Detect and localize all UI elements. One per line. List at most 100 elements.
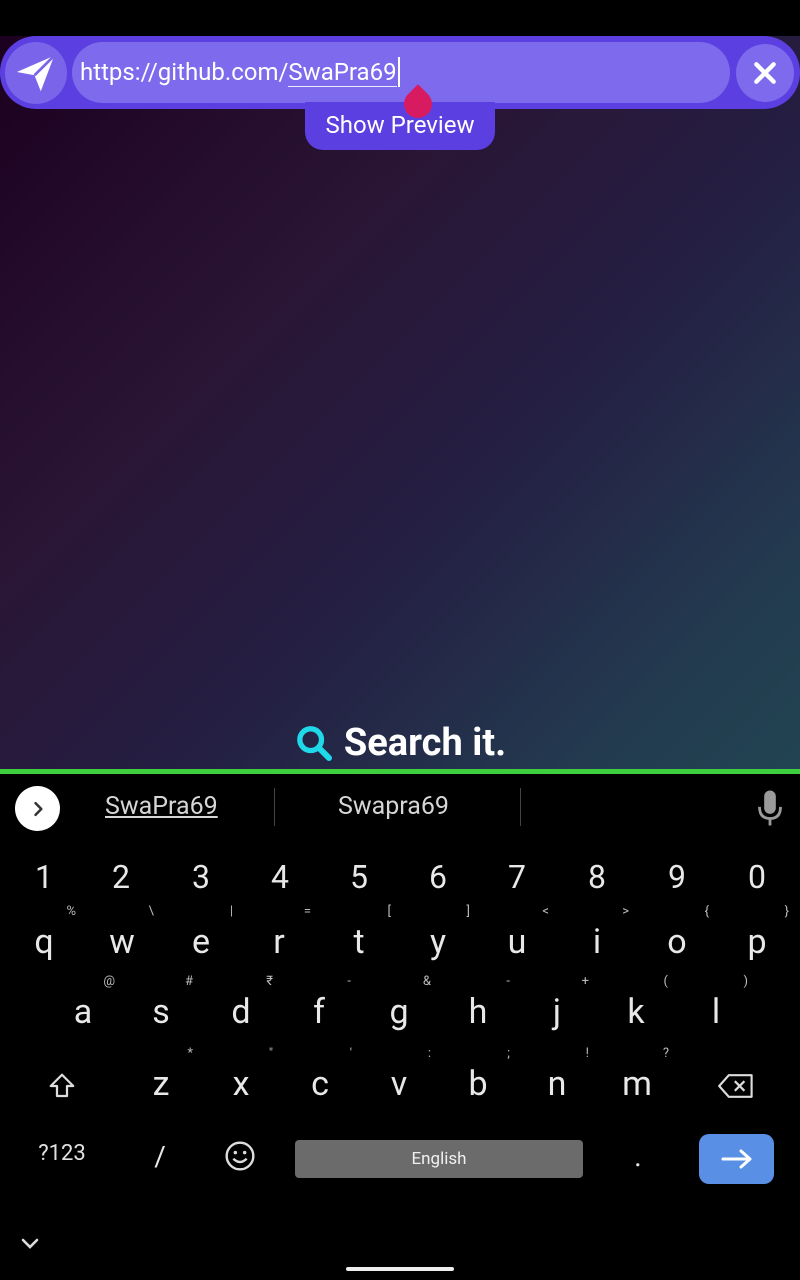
key-p[interactable]: p}	[727, 904, 789, 970]
send-button[interactable]	[5, 42, 67, 104]
shift-icon	[49, 1073, 75, 1098]
key-letter: a	[73, 992, 93, 1032]
key-symbols[interactable]: ?123	[32, 1126, 92, 1182]
key-letter: l	[711, 992, 721, 1032]
key-hint: #	[184, 974, 193, 989]
paper-plane-icon	[16, 54, 56, 92]
status-bar	[0, 0, 800, 36]
key-y[interactable]: y]	[408, 904, 470, 970]
show-preview-button[interactable]: Show Preview	[305, 102, 495, 150]
key-letter: y	[429, 922, 447, 962]
key-hint: &	[422, 974, 431, 989]
key-k[interactable]: k(	[606, 974, 668, 1040]
clear-button[interactable]	[736, 44, 794, 102]
key-d[interactable]: d ₹	[211, 974, 273, 1040]
key-g[interactable]: g &	[369, 974, 431, 1040]
key-hint: %	[66, 904, 76, 919]
key-w[interactable]: w \	[92, 904, 154, 970]
soft-keyboard: SwaPra69 Swapra69 1 2 3 4 5 6 7 8 9 0 q% w \ e | r = t[ y]…	[0, 774, 800, 1280]
key-hint: ₹	[266, 974, 273, 989]
key-letter: b	[468, 1064, 488, 1104]
key-letter: m	[622, 1064, 652, 1104]
key-backspace[interactable]	[706, 1056, 766, 1112]
key-hint: ]	[466, 904, 470, 919]
key-hint: :	[427, 1046, 431, 1061]
key-hint: [	[387, 904, 391, 919]
suggestion-2[interactable]: Swapra69	[338, 792, 449, 821]
key-letter: d	[231, 992, 251, 1032]
key-hint: {	[704, 904, 709, 919]
key-enter[interactable]	[699, 1134, 774, 1184]
key-f[interactable]: f-	[289, 974, 351, 1040]
key-j[interactable]: j +	[527, 974, 589, 1040]
key-a[interactable]: a @	[53, 974, 115, 1040]
key-letter: f	[313, 992, 325, 1032]
backspace-icon	[718, 1074, 753, 1098]
key-letter: u	[507, 922, 527, 962]
key-letter: w	[109, 922, 135, 962]
key-z[interactable]: z *	[131, 1046, 193, 1112]
key-letter: v	[390, 1064, 408, 1104]
key-slash[interactable]: /	[130, 1129, 190, 1185]
key-3[interactable]: 3	[171, 849, 231, 905]
key-u[interactable]: u <	[487, 904, 549, 970]
key-r[interactable]: r =	[249, 904, 311, 970]
key-hint: -	[347, 974, 351, 989]
key-space[interactable]: English	[295, 1140, 583, 1178]
key-letter: j	[552, 992, 562, 1032]
key-x[interactable]: x "	[211, 1046, 273, 1112]
key-letter: s	[152, 992, 170, 1032]
key-0[interactable]: 0	[727, 849, 787, 905]
suggestion-divider	[274, 788, 275, 826]
key-4[interactable]: 4	[250, 849, 310, 905]
key-7[interactable]: 7	[487, 849, 547, 905]
key-6[interactable]: 6	[408, 849, 468, 905]
chevron-right-icon	[33, 801, 43, 816]
microphone-icon[interactable]	[756, 788, 784, 828]
key-o[interactable]: o{	[647, 904, 709, 970]
key-i[interactable]: i >	[567, 904, 629, 970]
key-hint: }	[784, 904, 789, 919]
key-hint: ;	[507, 1046, 510, 1061]
key-emoji[interactable]	[210, 1126, 270, 1182]
key-e[interactable]: e |	[171, 904, 233, 970]
page-title: Search it.	[343, 721, 507, 765]
key-8[interactable]: 8	[567, 849, 627, 905]
search-icon	[297, 726, 332, 761]
suggestion-1[interactable]: SwaPra69	[105, 792, 218, 821]
key-hint: +	[581, 974, 589, 989]
chevron-down-icon[interactable]	[18, 1234, 42, 1254]
key-letter: x	[232, 1064, 250, 1104]
key-q[interactable]: q%	[14, 904, 76, 970]
key-n[interactable]: n!	[527, 1046, 589, 1112]
key-5[interactable]: 5	[329, 849, 389, 905]
close-icon	[754, 62, 776, 84]
key-1[interactable]: 1	[14, 849, 74, 905]
home-indicator[interactable]	[346, 1267, 454, 1271]
key-l[interactable]: l)	[686, 974, 748, 1040]
key-2[interactable]: 2	[91, 849, 151, 905]
key-h[interactable]: h-	[448, 974, 510, 1040]
url-input[interactable]: https://github.com/SwaPra69	[72, 42, 730, 103]
key-letter: g	[389, 992, 409, 1032]
key-s[interactable]: s #	[131, 974, 193, 1040]
url-bar: https://github.com/SwaPra69	[0, 36, 800, 124]
key-hint: =	[303, 904, 311, 919]
key-period[interactable]: .	[608, 1129, 668, 1185]
key-c[interactable]: c '	[290, 1046, 352, 1112]
key-hint: >	[622, 904, 629, 919]
key-letter: p	[747, 922, 767, 962]
arrow-right-icon	[721, 1149, 751, 1169]
key-shift[interactable]	[32, 1056, 92, 1112]
url-text: https://github.com/SwaPra69	[80, 56, 400, 87]
key-letter: c	[311, 1064, 329, 1104]
key-b[interactable]: b;	[448, 1046, 510, 1112]
expand-toolbar-button[interactable]	[15, 786, 60, 831]
key-t[interactable]: t[	[329, 904, 391, 970]
text-cursor	[397, 56, 400, 87]
url-current-word: SwaPra69	[288, 58, 397, 87]
emoji-icon	[225, 1141, 255, 1171]
key-9[interactable]: 9	[647, 849, 707, 905]
key-v[interactable]: v:	[369, 1046, 431, 1112]
key-m[interactable]: m?	[607, 1046, 669, 1112]
